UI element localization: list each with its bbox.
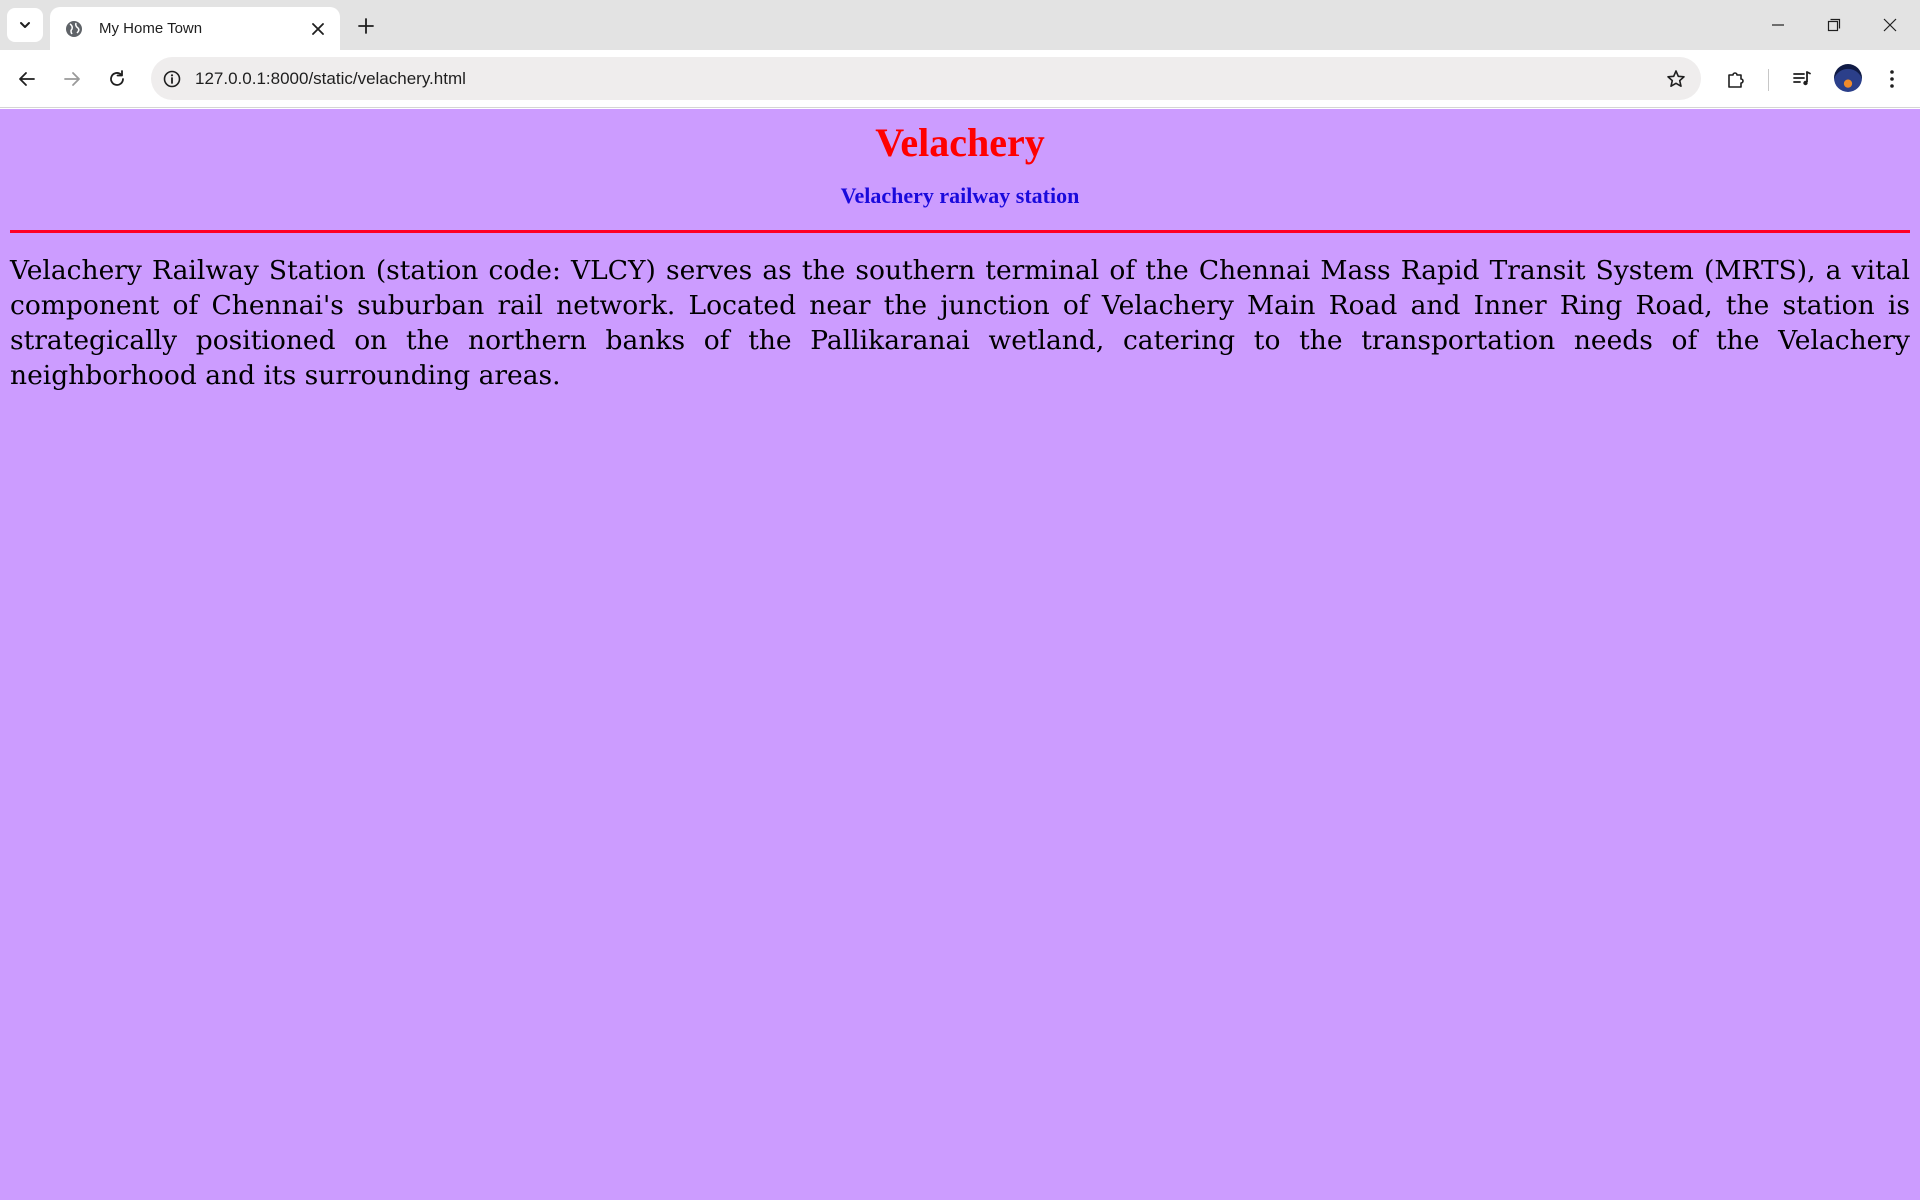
- restore-icon: [1827, 18, 1841, 32]
- kebab-menu-icon: [1890, 70, 1894, 88]
- address-bar[interactable]: 127.0.0.1:8000/static/velachery.html: [151, 57, 1701, 100]
- minimize-button[interactable]: [1750, 0, 1806, 50]
- tab-search-button[interactable]: [7, 8, 43, 42]
- page-content: Velachery Velachery railway station Vela…: [0, 109, 1920, 1200]
- tab-my-home-town[interactable]: My Home Town: [50, 7, 340, 50]
- bookmark-button[interactable]: [1659, 62, 1693, 96]
- station-description: Velachery Railway Station (station code:…: [10, 255, 1910, 391]
- close-window-button[interactable]: [1862, 0, 1918, 50]
- media-controls-button[interactable]: [1784, 61, 1820, 97]
- toolbar-separator: [1768, 69, 1769, 91]
- info-icon: [163, 70, 181, 87]
- minimize-icon: [1772, 24, 1784, 26]
- tab-title: My Home Town: [99, 20, 203, 37]
- chevron-down-icon: [20, 22, 30, 28]
- page-subtitle: Velachery railway station: [840, 183, 1080, 208]
- restore-button[interactable]: [1806, 0, 1862, 50]
- media-queue-icon: [1793, 71, 1811, 86]
- horizontal-rule: [10, 230, 1910, 233]
- browser-toolbar: 127.0.0.1:8000/static/velachery.html: [0, 50, 1920, 108]
- back-button[interactable]: [9, 61, 45, 97]
- close-icon: [312, 22, 324, 35]
- forward-button[interactable]: [54, 61, 90, 97]
- reload-icon: [110, 70, 124, 86]
- globe-icon: [64, 19, 84, 39]
- extensions-button[interactable]: [1718, 61, 1754, 97]
- tab-close-button[interactable]: [306, 17, 330, 41]
- tab-strip: My Home Town: [0, 0, 1920, 50]
- new-tab-button[interactable]: [350, 10, 382, 42]
- profile-avatar[interactable]: [1834, 64, 1862, 92]
- plus-icon: [358, 18, 374, 34]
- puzzle-icon: [1728, 72, 1744, 88]
- reload-button[interactable]: [99, 61, 135, 97]
- star-icon: [1667, 69, 1685, 87]
- close-icon: [1883, 18, 1897, 32]
- arrow-right-icon: [64, 72, 80, 86]
- page-title: Velachery: [875, 120, 1045, 165]
- arrow-left-icon: [19, 72, 35, 86]
- browser-menu-button[interactable]: [1874, 61, 1910, 97]
- site-info-button[interactable]: [156, 63, 188, 95]
- url-text[interactable]: 127.0.0.1:8000/static/velachery.html: [195, 69, 1659, 89]
